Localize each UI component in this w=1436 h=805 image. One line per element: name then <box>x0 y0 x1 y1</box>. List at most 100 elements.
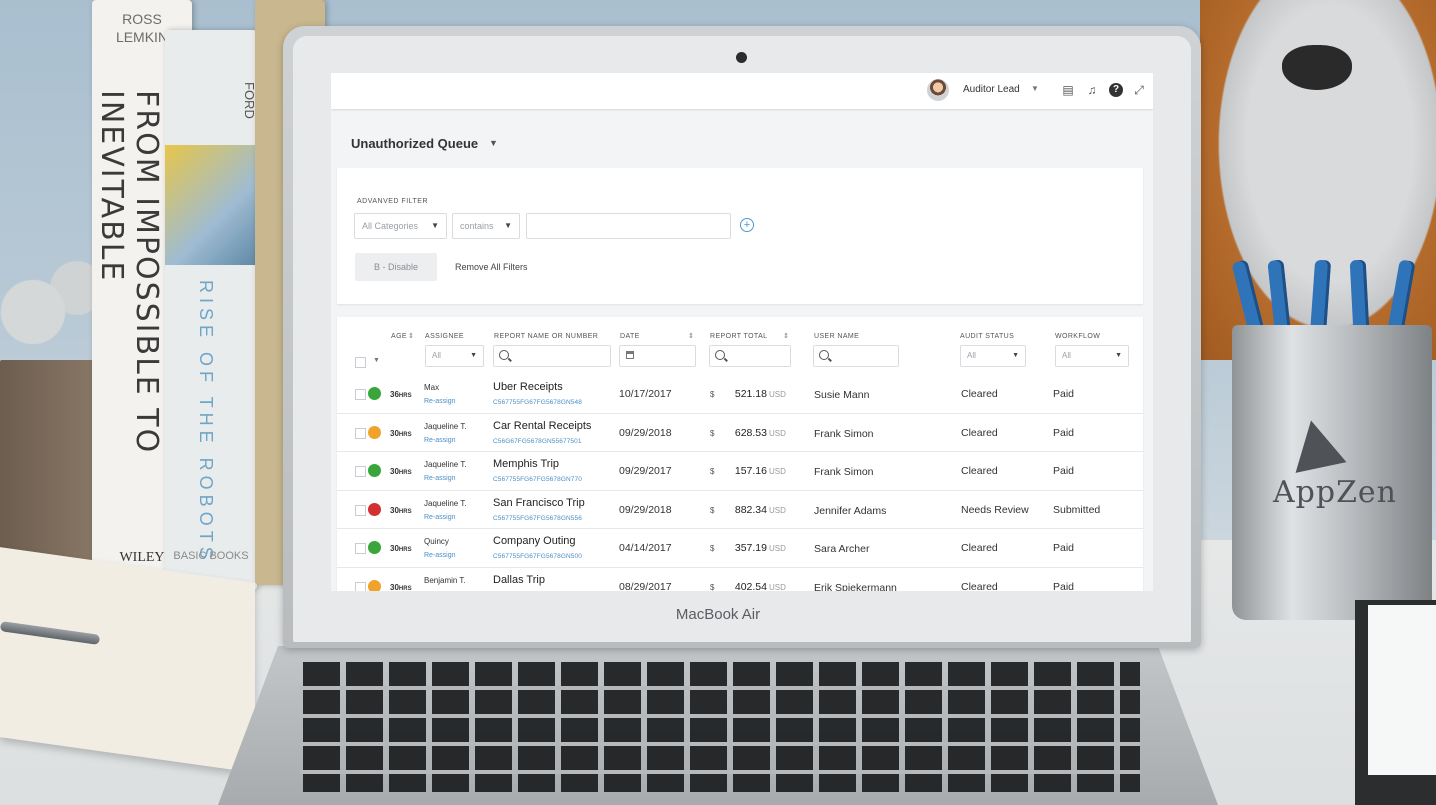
status-dot <box>368 425 381 439</box>
report-amount: 357.19 <box>734 542 767 554</box>
table-row[interactable]: 30HRSBenjamin T.Re-assignDallas TripC567… <box>337 568 1143 592</box>
notebook <box>0 547 255 773</box>
reassign-link[interactable]: Re-assign <box>424 514 456 521</box>
add-filter-icon[interactable]: + <box>740 218 754 232</box>
chevron-down-icon: ▼ <box>1012 352 1019 359</box>
audit-status: Needs Review <box>961 503 1029 516</box>
status-dot <box>368 387 381 400</box>
operator-select[interactable]: contains ▼ <box>452 213 520 239</box>
sort-icon[interactable]: ⇕ <box>783 332 789 340</box>
business-card <box>1368 605 1436 775</box>
currency-unit: USD <box>769 428 786 438</box>
header-report[interactable]: REPORT NAME OR NUMBER <box>494 333 598 340</box>
category-value: All Categories <box>362 221 419 231</box>
filter-value-input[interactable] <box>526 213 731 239</box>
sort-icon[interactable]: ⇕ <box>688 332 694 340</box>
report-number-link[interactable]: C56G67FG5678GN55677501 <box>493 438 582 445</box>
header-assignee[interactable]: ASSIGNEE <box>425 333 464 340</box>
user-name: Frank Simon <box>814 427 874 440</box>
reassign-link[interactable]: Re-assign <box>424 398 456 405</box>
user-search-input[interactable] <box>813 345 899 367</box>
report-amount: 402.54 <box>734 580 767 592</box>
date-filter-input[interactable] <box>619 345 696 367</box>
header-audit[interactable]: AUDIT STATUS <box>960 333 1014 340</box>
assignee-name: Benjamin T. <box>424 575 466 585</box>
age-cell: 30HRS <box>390 583 412 592</box>
status-dot <box>368 502 381 516</box>
report-amount: 521.18 <box>734 388 767 400</box>
chevron-down-icon[interactable]: ▼ <box>1031 84 1039 93</box>
age-value: 30 <box>390 467 399 476</box>
reassign-link[interactable]: Re-assign <box>424 552 456 559</box>
row-checkbox[interactable] <box>355 389 366 400</box>
category-select[interactable]: All Categories ▼ <box>354 213 447 239</box>
workflow-status: Submitted <box>1053 503 1101 516</box>
header-user[interactable]: USER NAME <box>814 333 859 340</box>
audit-status: Cleared <box>961 388 998 400</box>
header-age[interactable]: AGE <box>391 333 407 340</box>
age-unit: HRS <box>398 508 412 515</box>
age-cell: 30HRS <box>390 467 412 476</box>
row-checkbox[interactable] <box>355 466 366 477</box>
disable-button[interactable]: B - Disable <box>355 253 437 281</box>
status-dot <box>368 541 381 554</box>
book2-title: RISE OF THE ROBOTS <box>196 280 216 564</box>
book2-art <box>165 145 257 265</box>
assignee-filter[interactable]: All ▼ <box>425 345 484 367</box>
age-value: 30 <box>390 428 399 438</box>
currency-symbol: $ <box>710 390 715 399</box>
bell-icon[interactable]: ♫ <box>1085 83 1099 97</box>
select-all-checkbox[interactable] <box>355 357 366 368</box>
report-name-link[interactable]: Car Rental Receipts <box>493 420 591 432</box>
reassign-link[interactable]: Re-assign <box>424 437 456 444</box>
audit-status: Cleared <box>961 542 998 554</box>
help-icon[interactable]: ? <box>1109 83 1123 97</box>
total-search-input[interactable] <box>709 345 791 367</box>
report-name-link[interactable]: San Francisco Trip <box>493 497 585 509</box>
report-number-link[interactable]: C567755FG67FG5678GN500 <box>493 553 582 560</box>
table-row[interactable]: 30HRS Jaqueline T. Re-assign Memphis Trip C5… <box>337 452 1143 491</box>
row-checkbox[interactable] <box>355 543 366 554</box>
report-name-link[interactable]: Dallas Trip <box>493 574 545 586</box>
page-title[interactable]: Unauthorized Queue <box>351 136 478 151</box>
report-name-link[interactable]: Uber Receipts <box>493 381 563 393</box>
audit-filter[interactable]: All ▼ <box>960 345 1026 367</box>
table-row[interactable]: 30HRS Quincy Re-assign Company Outing C56775… <box>337 529 1143 568</box>
row-checkbox[interactable] <box>355 504 366 516</box>
remove-all-filters-link[interactable]: Remove All Filters <box>455 262 528 272</box>
header-workflow[interactable]: WORKFLOW <box>1055 333 1100 340</box>
workflow-filter[interactable]: All ▼ <box>1055 345 1129 367</box>
report-number-link[interactable]: C567755FG67FG5678GN770 <box>493 476 582 483</box>
row-checkbox[interactable] <box>355 581 366 591</box>
table-row[interactable]: 30HRS Jaqueline T. Re-assign San Francisco … <box>337 491 1143 529</box>
header-total[interactable]: REPORT TOTAL <box>710 333 767 340</box>
table-row[interactable]: 30HRS Jaqueline T. Re-assign Car Rental Rec… <box>337 414 1143 452</box>
user-name: Sara Archer <box>814 543 870 555</box>
currency-symbol: $ <box>710 467 715 476</box>
table-row[interactable]: 36HRS Max Re-assign Uber Receipts C567755FG6… <box>337 375 1143 414</box>
chevron-down-icon: ▼ <box>431 221 439 230</box>
report-number-link[interactable]: C567755FG67FG5678GN548 <box>493 399 582 406</box>
report-search-input[interactable] <box>493 345 611 367</box>
avatar[interactable] <box>927 79 949 101</box>
reassign-link[interactable]: Re-assign <box>424 475 456 482</box>
report-name-link[interactable]: Memphis Trip <box>493 458 559 470</box>
chevron-down-icon[interactable]: ▼ <box>373 357 380 364</box>
workflow-filter-value: All <box>1062 351 1071 360</box>
wooden-box <box>0 360 105 580</box>
report-name-link[interactable]: Company Outing <box>493 535 576 547</box>
report-number-link[interactable]: C567755FG67FG5678GN556 <box>493 515 582 522</box>
reassign-link[interactable]: Re-assign <box>424 591 456 592</box>
chevron-down-icon[interactable]: ▼ <box>489 138 498 148</box>
header-date[interactable]: DATE <box>620 333 640 340</box>
sort-icon[interactable]: ⇕ <box>408 332 414 340</box>
workflow-status: Paid <box>1053 542 1075 554</box>
chat-icon[interactable]: ▤ <box>1061 83 1075 97</box>
fullscreen-icon[interactable]: ⤢ <box>1132 83 1146 97</box>
workflow-status: Paid <box>1053 426 1075 439</box>
book-rise-of-robots: FORD RISE OF THE ROBOTS BASIC BOOKS <box>165 30 257 590</box>
age-value: 36 <box>390 390 399 399</box>
row-checkbox[interactable] <box>355 427 366 439</box>
chevron-down-icon: ▼ <box>1115 352 1122 359</box>
user-menu[interactable]: Auditor Lead <box>963 84 1020 95</box>
